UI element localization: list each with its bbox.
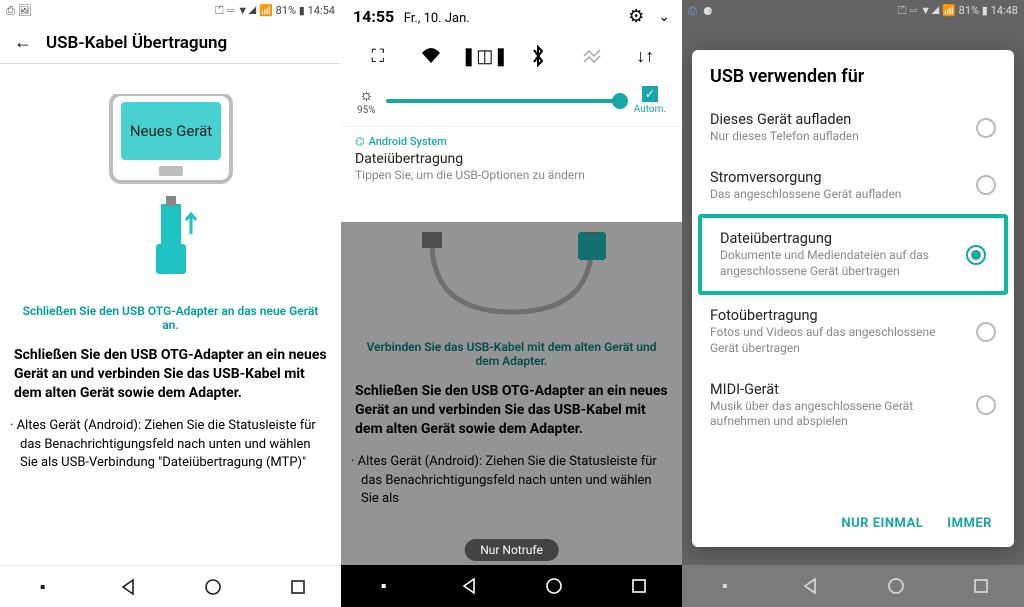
screen-usb-dialog: ⎙⚈ ⏍ ⚍ ▼◢ 📶 81% ▮ 14:48 USB verwenden fü…	[682, 0, 1024, 607]
dialog-actions: NUR EINMAL IMMER	[692, 508, 1014, 541]
status-bar: ⎙⚈ ⏍ ⚍ ▼◢ 📶 81% ▮ 14:48	[682, 0, 1024, 22]
instruction-highlight: Schließen Sie den USB OTG-Adapter an das…	[0, 304, 341, 342]
notif-title: Dateiübertragung	[355, 151, 668, 167]
radio-icon-selected	[966, 245, 986, 265]
auto-brightness-toggle[interactable]: ✓ Autom.	[634, 86, 666, 115]
android-icon: ⌬	[355, 135, 365, 148]
option-charge-device[interactable]: Dieses Gerät aufladen Nur dieses Telefon…	[692, 99, 1014, 157]
nav-notification-icon[interactable]: ▪	[33, 577, 53, 597]
settings-icon[interactable]: ⚙	[628, 6, 644, 27]
qs-time: 14:55	[353, 7, 394, 26]
fullscreen-icon[interactable]: ⛶	[363, 41, 393, 71]
nav-home-icon[interactable]	[886, 576, 906, 596]
status-right: ⏍ ⚍ ▼◢ 📶 81% ▮ 14:48	[898, 4, 1018, 18]
nav-bar: ▪	[0, 565, 341, 607]
data-icon[interactable]: ↓↑	[630, 41, 660, 71]
brightness-value: 95%	[357, 105, 376, 116]
nav-recent-icon[interactable]	[971, 576, 991, 596]
back-icon[interactable]: ←	[14, 32, 32, 53]
nav-recent-icon[interactable]	[629, 576, 649, 596]
nav-home-icon[interactable]	[544, 576, 564, 596]
chevron-down-icon[interactable]: ⌄	[658, 9, 670, 25]
bluetooth-icon[interactable]	[523, 41, 553, 71]
nav-back-icon[interactable]	[459, 576, 479, 596]
option-midi[interactable]: MIDI-Gerät Musik über das angeschlossene…	[692, 369, 1014, 442]
dim-overlay	[341, 222, 682, 565]
nav-recent-icon[interactable]	[288, 577, 308, 597]
dialog-title: USB verwenden für	[692, 66, 1014, 99]
radio-icon	[976, 322, 996, 342]
qs-toggle-row: ⛶ ❚◫❚ ↓↑	[341, 33, 682, 79]
notif-app-name: Android System	[369, 135, 447, 148]
status-left: ⎙⚈	[688, 4, 713, 18]
notif-subtitle: Tippen Sie, um die USB-Optionen zu änder…	[355, 168, 668, 182]
option-photo-transfer[interactable]: Fotoübertragung Fotos und Videos auf das…	[692, 295, 1014, 368]
page-title: USB-Kabel Übertragung	[46, 33, 227, 53]
instruction-main: Schließen Sie den USB OTG-Adapter an ein…	[0, 342, 341, 415]
screen-quick-settings: 14:55 Fr., 10. Jan. ⚙ ⌄ ⛶ ❚◫❚ ↓↑ ☼ 95% ✓…	[341, 0, 682, 607]
usb-use-dialog: USB verwenden für Dieses Gerät aufladen …	[692, 50, 1014, 547]
nav-bar: ▪	[682, 565, 1024, 607]
status-right: ⏍ ⚍ ▼◢ 📶 81% ▮ 14:54	[215, 4, 335, 18]
brightness-icon: ☼	[357, 85, 376, 105]
wifi-icon[interactable]	[416, 41, 446, 71]
option-file-transfer[interactable]: Dateiübertragung Dokumente und Mediendat…	[702, 218, 1004, 291]
nav-home-icon[interactable]	[203, 577, 223, 597]
app-header: ← USB-Kabel Übertragung	[0, 22, 341, 64]
device-label: Neues Gerät	[129, 122, 211, 140]
instruction-bullet-1: Altes Gerät (Android): Ziehen Sie die St…	[0, 415, 341, 474]
nav-bar: ▪	[341, 565, 682, 607]
notification-android-system[interactable]: ⌬ Android System Dateiübertragung Tippen…	[341, 126, 682, 194]
option-power-supply[interactable]: Stromversorgung Das angeschlossene Gerät…	[692, 157, 1014, 215]
usb-illustration: Neues Gerät	[0, 64, 341, 304]
brightness-slider-row: ☼ 95% ✓ Autom.	[341, 79, 682, 126]
nav-back-icon[interactable]	[800, 576, 820, 596]
vibrate-icon[interactable]: ❚◫❚	[470, 41, 500, 71]
brightness-slider[interactable]	[386, 99, 624, 103]
status-bar: ⎙ 🖼 ⏍ ⚍ ▼◢ 📶 81% ▮ 14:54	[0, 0, 341, 22]
highlight-box: Dateiübertragung Dokumente und Mediendat…	[698, 214, 1008, 295]
status-left: ⎙ 🖼	[6, 4, 32, 18]
radio-icon	[976, 118, 996, 138]
nav-notification-icon[interactable]: ▪	[374, 576, 394, 596]
qs-date: Fr., 10. Jan.	[404, 11, 470, 26]
once-button[interactable]: NUR EINMAL	[841, 516, 923, 531]
nav-notification-icon[interactable]: ▪	[715, 576, 735, 596]
screen-usb-transfer: ⎙ 🖼 ⏍ ⚍ ▼◢ 📶 81% ▮ 14:54 ← USB-Kabel Übe…	[0, 0, 341, 607]
always-button[interactable]: IMMER	[947, 516, 992, 531]
data-saver-icon[interactable]	[577, 41, 607, 71]
toast-emergency: Nur Notrufe	[464, 539, 559, 561]
nav-back-icon[interactable]	[118, 577, 138, 597]
radio-icon	[976, 395, 996, 415]
qs-header: 14:55 Fr., 10. Jan. ⚙ ⌄	[341, 0, 682, 33]
radio-icon	[976, 175, 996, 195]
